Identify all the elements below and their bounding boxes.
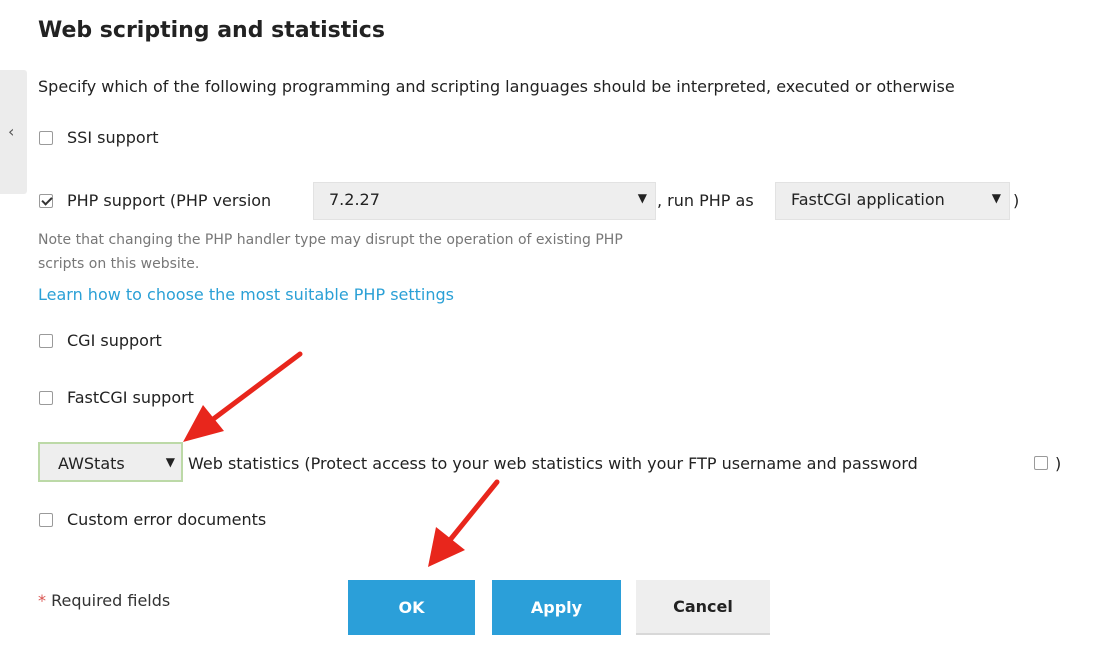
php-handler-value: FastCGI application (791, 190, 945, 209)
custom-error-documents-label: Custom error documents (67, 510, 267, 529)
required-fields-note: * Required fields (38, 591, 170, 610)
php-note-line1: Note that changing the PHP handler type … (38, 232, 623, 248)
fastcgi-support-label: FastCGI support (67, 388, 194, 407)
php-version-value: 7.2.27 (329, 190, 380, 209)
section-description: Specify which of the following programmi… (38, 77, 955, 96)
annotation-arrows (183, 351, 500, 567)
required-star: * (38, 591, 46, 610)
annotation-arrow-to-ok (428, 479, 500, 567)
custom-error-documents-checkbox[interactable] (39, 513, 53, 527)
protect-stats-checkbox[interactable] (1034, 456, 1048, 470)
fastcgi-support-checkbox[interactable] (39, 391, 53, 405)
php-support-label: PHP support (PHP version (67, 191, 272, 210)
annotation-arrow-to-stats (183, 351, 303, 442)
required-fields-text: Required fields (46, 591, 171, 610)
php-support-checkbox[interactable] (39, 194, 53, 208)
web-statistics-close-paren: ) (1055, 454, 1062, 473)
cgi-support-label: CGI support (67, 331, 162, 350)
dropdown-arrow-icon: ▼ (991, 191, 1001, 205)
page-title: Web scripting and statistics (38, 18, 385, 43)
web-statistics-select[interactable]: AWStats ▼ (38, 442, 183, 482)
php-note-line2: scripts on this website. (38, 256, 200, 272)
php-version-select[interactable]: 7.2.27 ▼ (313, 182, 656, 220)
ssi-support-label: SSI support (67, 128, 159, 147)
cancel-button[interactable]: Cancel (636, 580, 770, 635)
ssi-support-checkbox[interactable] (39, 131, 53, 145)
dropdown-arrow-icon: ▼ (637, 191, 647, 205)
ok-button[interactable]: OK (348, 580, 475, 635)
web-statistics-value: AWStats (58, 454, 125, 473)
php-close-paren: ) (1013, 191, 1020, 210)
web-statistics-label: Web statistics (Protect access to your w… (188, 454, 918, 473)
cgi-support-checkbox[interactable] (39, 334, 53, 348)
php-handler-select[interactable]: FastCGI application ▼ (775, 182, 1010, 220)
dropdown-arrow-icon: ▼ (165, 455, 175, 469)
php-settings-help-link[interactable]: Learn how to choose the most suitable PH… (38, 285, 454, 304)
chevron-left-icon: ‹ (8, 122, 15, 141)
apply-button[interactable]: Apply (492, 580, 621, 635)
sidebar-collapse-handle[interactable]: ‹ (0, 70, 27, 194)
run-php-as-label: , run PHP as (657, 191, 754, 210)
